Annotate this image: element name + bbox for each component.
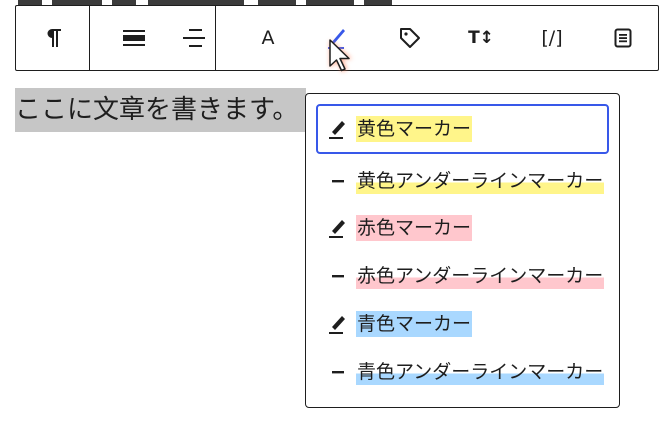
paragraph-icon bbox=[47, 29, 61, 47]
align-left-button[interactable] bbox=[172, 14, 216, 62]
block-toolbar: A T↕ [/] bbox=[15, 5, 659, 71]
align-center-icon bbox=[122, 30, 145, 46]
menu-item-yellow-marker[interactable]: 黄色マーカー bbox=[316, 104, 609, 154]
marker-icon bbox=[326, 216, 350, 240]
toolbar-group-alignment bbox=[90, 6, 216, 70]
menu-item-label: 赤色マーカー bbox=[356, 215, 473, 241]
tag-button[interactable] bbox=[386, 14, 434, 62]
toolbar-group-format: A T↕ [/] bbox=[216, 6, 658, 70]
align-left-icon bbox=[183, 29, 206, 47]
document-list-button[interactable] bbox=[599, 14, 647, 62]
paragraph-button[interactable] bbox=[29, 14, 77, 62]
paragraph-block[interactable]: ここに文章を書きます。 bbox=[15, 88, 307, 132]
dash-icon bbox=[326, 360, 350, 384]
text-color-icon: A bbox=[261, 27, 275, 49]
menu-item-label: 黄色アンダーラインマーカー bbox=[356, 168, 605, 194]
dash-icon bbox=[326, 264, 350, 288]
marker-dropdown-menu: 黄色マーカー 黄色アンダーラインマーカー 赤色マーカー 赤色アンダーラインマーカ… bbox=[305, 93, 620, 408]
text-size-icon: T↕ bbox=[468, 28, 494, 48]
dash-icon bbox=[326, 169, 350, 193]
menu-item-blue-marker[interactable]: 青色マーカー bbox=[316, 299, 609, 349]
text-color-button[interactable]: A bbox=[244, 14, 292, 62]
menu-item-red-marker[interactable]: 赤色マーカー bbox=[316, 203, 609, 253]
shortcode-icon: [/] bbox=[541, 27, 563, 49]
tag-icon bbox=[400, 28, 420, 48]
menu-item-yellow-underline-marker[interactable]: 黄色アンダーラインマーカー bbox=[316, 156, 609, 206]
align-center-button[interactable] bbox=[112, 14, 156, 62]
marker-icon bbox=[326, 117, 350, 141]
menu-item-label: 赤色アンダーラインマーカー bbox=[356, 263, 605, 289]
text-size-button[interactable]: T↕ bbox=[457, 14, 505, 62]
menu-item-label: 青色アンダーラインマーカー bbox=[356, 359, 605, 385]
document-list-icon bbox=[614, 28, 632, 48]
menu-item-label: 青色マーカー bbox=[356, 311, 473, 337]
toolbar-group-block-type bbox=[16, 6, 90, 70]
marker-icon bbox=[326, 312, 350, 336]
highlighter-button[interactable] bbox=[315, 14, 363, 62]
menu-item-blue-underline-marker[interactable]: 青色アンダーラインマーカー bbox=[316, 347, 609, 397]
highlighter-icon bbox=[328, 29, 345, 49]
menu-item-label: 黄色マーカー bbox=[356, 116, 473, 142]
shortcode-button[interactable]: [/] bbox=[528, 14, 576, 62]
menu-item-red-underline-marker[interactable]: 赤色アンダーラインマーカー bbox=[316, 251, 609, 301]
